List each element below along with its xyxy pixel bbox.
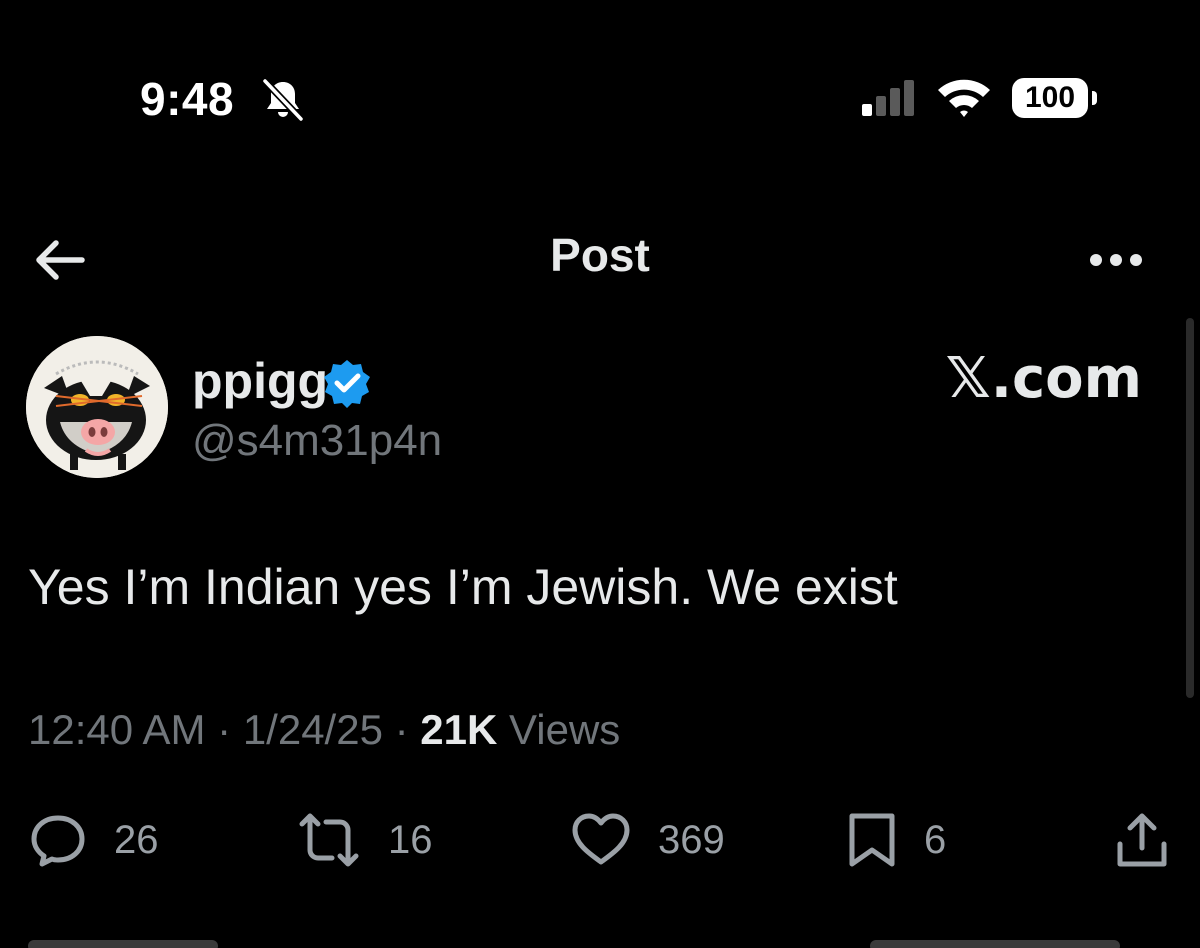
verified-badge-icon xyxy=(324,360,370,408)
avatar[interactable] xyxy=(26,336,168,478)
bookmark-icon xyxy=(849,813,895,867)
meta-separator: · xyxy=(394,706,409,753)
reply-icon xyxy=(31,815,85,867)
author-handle[interactable]: @s4m31p4n xyxy=(192,416,442,466)
share-button[interactable] xyxy=(1112,800,1172,880)
display-name[interactable]: ppigg xyxy=(192,352,328,410)
post-time: 12:40 AM xyxy=(28,706,206,753)
post-author: ppigg @s4m31p4n 𝕏.com xyxy=(0,330,1200,490)
battery-level: 100 xyxy=(1012,78,1088,118)
wifi-icon xyxy=(938,79,990,117)
post-text: Yes I’m Indian yes I’m Jewish. We exist xyxy=(28,559,898,615)
reply-button[interactable]: 26 xyxy=(28,800,159,880)
battery-cap xyxy=(1092,91,1097,105)
pig-avatar-image xyxy=(26,336,168,478)
x-com-watermark: 𝕏.com xyxy=(945,346,1142,411)
page-title: Post xyxy=(550,229,650,281)
post-meta: 12:40 AM · 1/24/25 · 21K Views xyxy=(28,706,620,754)
views-label[interactable]: Views xyxy=(509,706,620,753)
bell-off-icon xyxy=(262,78,304,122)
next-section-peek xyxy=(0,936,1200,948)
bookmark-button[interactable]: 6 xyxy=(846,800,946,880)
more-icon[interactable] xyxy=(1086,240,1146,280)
like-button[interactable]: 369 xyxy=(570,800,725,880)
repost-button[interactable]: 16 xyxy=(296,800,433,880)
status-time: 9:48 xyxy=(140,73,235,125)
reply-count: 26 xyxy=(114,817,159,862)
signal-icon xyxy=(862,80,914,116)
like-count: 369 xyxy=(658,817,725,862)
status-bar: 9:48 100 xyxy=(0,0,1200,180)
post-date: 1/24/25 xyxy=(242,706,383,753)
bookmark-count: 6 xyxy=(924,817,947,862)
top-nav-bar: Post xyxy=(0,210,1200,300)
meta-separator: · xyxy=(217,706,232,753)
battery-icon: 100 xyxy=(1012,78,1098,118)
share-icon xyxy=(1117,813,1167,867)
views-count[interactable]: 21K xyxy=(420,706,497,753)
action-bar: 26 16 369 6 xyxy=(0,800,1200,880)
repost-count: 16 xyxy=(388,817,433,862)
repost-icon xyxy=(299,813,359,867)
like-icon xyxy=(572,813,630,865)
